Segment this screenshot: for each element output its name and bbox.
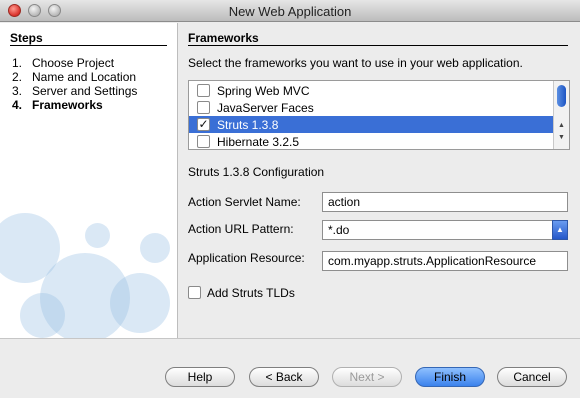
next-button[interactable]: Next > (332, 367, 402, 387)
framework-row-struts[interactable]: ✓ Struts 1.3.8 (189, 116, 553, 133)
framework-checkbox-checked[interactable]: ✓ (197, 118, 210, 131)
frameworks-divider (188, 45, 568, 46)
frameworks-instruction: Select the frameworks you want to use in… (188, 56, 523, 70)
help-button[interactable]: Help (165, 367, 235, 387)
framework-checkbox[interactable] (197, 84, 210, 97)
action-servlet-name-field[interactable] (322, 192, 568, 212)
application-resource-field[interactable] (322, 251, 568, 271)
cancel-button[interactable]: Cancel (497, 367, 567, 387)
title-bar: New Web Application (0, 0, 580, 22)
action-servlet-name-label: Action Servlet Name: (188, 195, 301, 209)
action-url-pattern-select[interactable]: *.do ▲ (322, 220, 568, 240)
framework-label: Struts 1.3.8 (217, 118, 279, 132)
step-choose-project: 1. Choose Project (12, 56, 115, 70)
add-struts-tlds-checkbox[interactable] (188, 286, 201, 299)
finish-button[interactable]: Finish (415, 367, 485, 387)
step-frameworks: 4. Frameworks (12, 98, 103, 112)
add-struts-tlds-label: Add Struts TLDs (207, 286, 295, 300)
button-bar: Help < Back Next > Finish Cancel (0, 338, 580, 398)
frameworks-heading: Frameworks (188, 31, 259, 45)
steps-panel: Steps 1. Choose Project 2. Name and Locati… (0, 23, 178, 338)
steps-title: Steps (10, 31, 43, 45)
frameworks-scrollbar[interactable]: ▲ ▼ (553, 81, 569, 149)
new-web-application-window: New Web Application Steps 1. Choose Proje… (0, 0, 580, 398)
decorative-bubble (110, 273, 170, 333)
dropdown-arrow-icon[interactable]: ▲ (552, 220, 568, 240)
framework-row-hibernate[interactable]: Hibernate 3.2.5 (189, 133, 553, 149)
decorative-bubble (140, 233, 170, 263)
framework-label: JavaServer Faces (217, 101, 314, 115)
application-resource-label: Application Resource: (188, 251, 305, 265)
steps-divider (10, 45, 167, 46)
framework-label: Spring Web MVC (217, 84, 310, 98)
frameworks-list: Spring Web MVC JavaServer Faces ✓ Struts… (188, 80, 570, 150)
struts-configuration-title: Struts 1.3.8 Configuration (188, 165, 325, 179)
scroll-up-arrow-icon[interactable]: ▲ (558, 122, 565, 129)
framework-label: Hibernate 3.2.5 (217, 135, 300, 149)
step-server-and-settings: 3. Server and Settings (12, 84, 138, 98)
framework-checkbox[interactable] (197, 135, 210, 148)
scroll-down-arrow-icon[interactable]: ▼ (558, 134, 565, 141)
back-button[interactable]: < Back (249, 367, 319, 387)
decorative-bubble (20, 293, 65, 338)
framework-checkbox[interactable] (197, 101, 210, 114)
scrollbar-thumb[interactable] (557, 85, 566, 107)
decorative-bubble (85, 223, 110, 248)
framework-row-javaserver-faces[interactable]: JavaServer Faces (189, 99, 553, 116)
window-title: New Web Application (228, 4, 352, 19)
framework-row-spring-web-mvc[interactable]: Spring Web MVC (189, 82, 553, 99)
action-url-pattern-value: *.do (328, 223, 350, 237)
action-url-pattern-label: Action URL Pattern: (188, 222, 294, 236)
step-name-and-location: 2. Name and Location (12, 70, 137, 84)
